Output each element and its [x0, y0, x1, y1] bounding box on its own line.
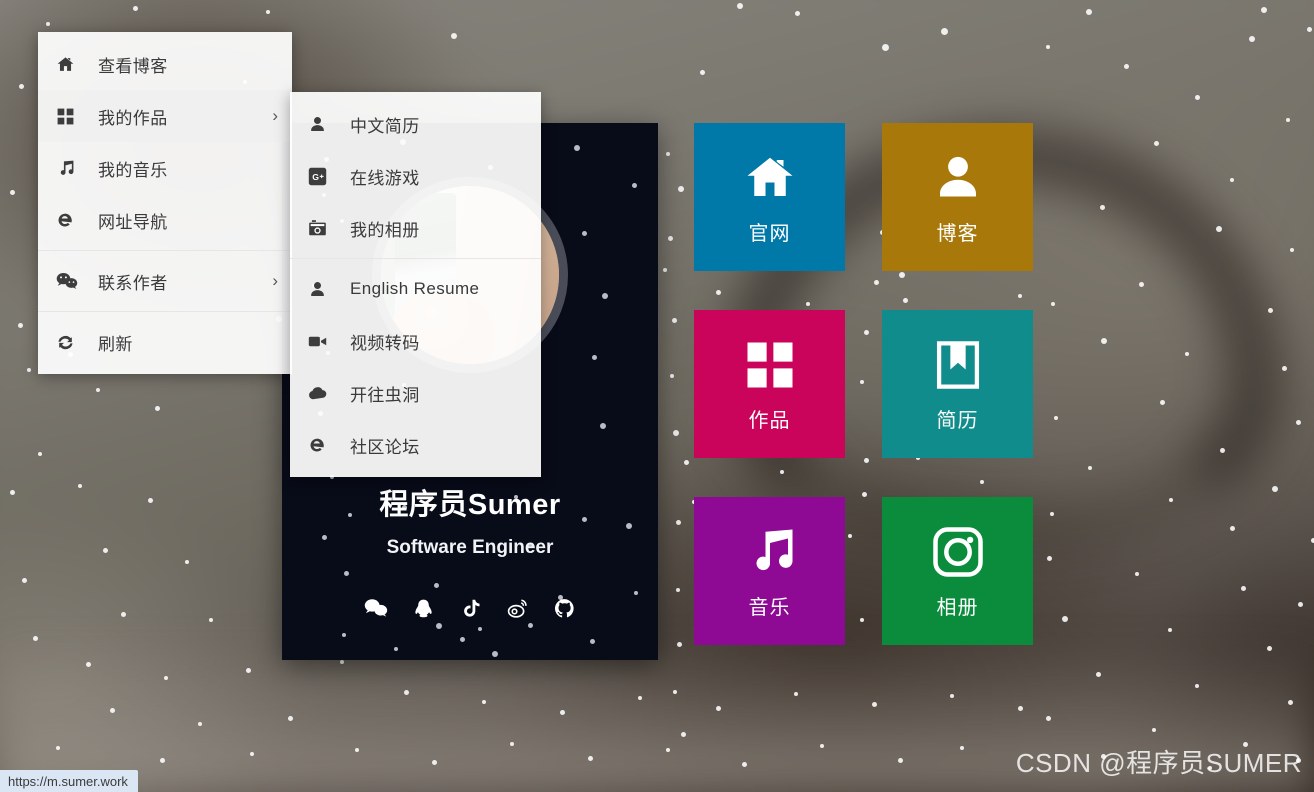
menu-item-label: 我的相册: [350, 220, 420, 240]
tile-label: 简历: [936, 409, 979, 432]
particle: [600, 423, 606, 429]
menu-item-0[interactable]: 中文简历: [290, 98, 541, 150]
menu-item-label: 网址导航: [98, 212, 168, 232]
instagram-icon: [929, 523, 987, 581]
particle: [574, 145, 580, 151]
tile-label: 相册: [936, 596, 979, 619]
menu-item-6[interactable]: 社区论坛: [290, 419, 541, 471]
particle: [602, 293, 608, 299]
menu-item-label: English Resume: [350, 279, 480, 298]
tile-music[interactable]: 音乐: [694, 497, 845, 645]
menu-item-label: 我的作品: [98, 108, 168, 128]
home-icon: [741, 149, 799, 207]
menu-item-label: 社区论坛: [350, 437, 420, 457]
page-root: 程序员Sumer Software Engineer 官网 博客 作品 简历 音乐 相册 …: [0, 0, 1314, 792]
particle: [632, 183, 637, 188]
camera-icon: [308, 217, 336, 239]
user-icon: [308, 113, 336, 135]
video-icon: [308, 330, 336, 352]
menu-item-label: 联系作者: [98, 273, 168, 293]
particle: [478, 627, 482, 631]
menu-separator: [38, 311, 292, 312]
googleplus-icon: G: [308, 165, 336, 187]
particle: [436, 623, 442, 629]
tile-label: 博客: [936, 222, 979, 245]
particle: [626, 523, 632, 529]
menu-item-3[interactable]: English Resume: [290, 263, 541, 315]
particle: [592, 355, 597, 360]
status-bar: https://m.sumer.work: [0, 770, 138, 792]
profile-role: Software Engineer: [386, 537, 554, 558]
menu-item-2[interactable]: 我的相册: [290, 202, 541, 254]
cloud-icon: [308, 382, 336, 404]
context-menu-submenu: 中文简历 G 在线游戏我的相册 English Resume 视频转码开往虫洞社区论坛: [290, 92, 541, 477]
menu-item-1[interactable]: G 在线游戏: [290, 150, 541, 202]
menu-separator: [38, 250, 292, 251]
weibo-icon[interactable]: [504, 595, 530, 621]
edge-icon: [308, 434, 336, 456]
menu-item-4[interactable]: 视频转码: [290, 315, 541, 367]
background-floor-glow: [0, 642, 1314, 792]
particle: [342, 633, 346, 637]
svg-text:G: G: [312, 171, 319, 181]
wechat-icon: [56, 270, 84, 292]
home-icon: [56, 53, 84, 75]
menu-item-5[interactable]: 刷新: [38, 316, 292, 368]
grid-icon: [741, 336, 799, 394]
menu-item-1[interactable]: 我的作品 ›: [38, 90, 292, 142]
chevron-right-icon: ›: [272, 271, 278, 290]
menu-item-label: 刷新: [98, 334, 133, 354]
context-menu-main: 查看博客我的作品 › 我的音乐网址导航联系作者 › 刷新: [38, 32, 292, 374]
particle: [394, 647, 398, 651]
menu-item-5[interactable]: 开往虫洞: [290, 367, 541, 419]
menu-item-label: 在线游戏: [350, 168, 420, 188]
wechat-icon[interactable]: [363, 595, 389, 621]
edge-icon: [56, 209, 84, 231]
profile-name: 程序员Sumer: [379, 489, 561, 521]
menu-item-3[interactable]: 网址导航: [38, 194, 292, 246]
music-icon: [56, 157, 84, 179]
menu-item-label: 开往虫洞: [350, 385, 420, 405]
menu-item-label: 视频转码: [350, 333, 420, 353]
chevron-right-icon: ›: [272, 106, 278, 125]
status-bar-url: https://m.sumer.work: [8, 773, 128, 789]
tile-user[interactable]: 博客: [882, 123, 1033, 271]
music-icon: [741, 523, 799, 581]
grid-icon: [56, 105, 84, 127]
particle: [460, 637, 465, 642]
qq-icon[interactable]: [410, 595, 436, 621]
menu-separator: [290, 258, 541, 259]
particle: [344, 571, 349, 576]
menu-item-0[interactable]: 查看博客: [38, 38, 292, 90]
bookmark-icon: [929, 336, 987, 394]
menu-item-2[interactable]: 我的音乐: [38, 142, 292, 194]
menu-item-4[interactable]: 联系作者 ›: [38, 255, 292, 307]
particle: [528, 623, 533, 628]
particle: [582, 231, 587, 236]
tile-home[interactable]: 官网: [694, 123, 845, 271]
particle: [590, 639, 595, 644]
social-links: [282, 595, 658, 621]
refresh-icon: [56, 331, 84, 353]
user-icon: [929, 149, 987, 207]
tile-bookmark[interactable]: 简历: [882, 310, 1033, 458]
menu-item-label: 中文简历: [350, 116, 420, 136]
user-icon: [308, 278, 336, 300]
tile-grid[interactable]: 作品: [694, 310, 845, 458]
tile-label: 官网: [748, 222, 791, 245]
tile-grid: 官网 博客作品 简历音乐 相册: [694, 123, 1034, 645]
github-icon[interactable]: [551, 595, 577, 621]
particle: [492, 651, 498, 657]
menu-item-label: 我的音乐: [98, 160, 168, 180]
tiktok-icon[interactable]: [457, 595, 483, 621]
tile-label: 音乐: [748, 596, 791, 619]
tile-label: 作品: [748, 409, 791, 432]
menu-item-label: 查看博客: [98, 56, 168, 76]
particle: [434, 583, 439, 588]
tile-instagram[interactable]: 相册: [882, 497, 1033, 645]
